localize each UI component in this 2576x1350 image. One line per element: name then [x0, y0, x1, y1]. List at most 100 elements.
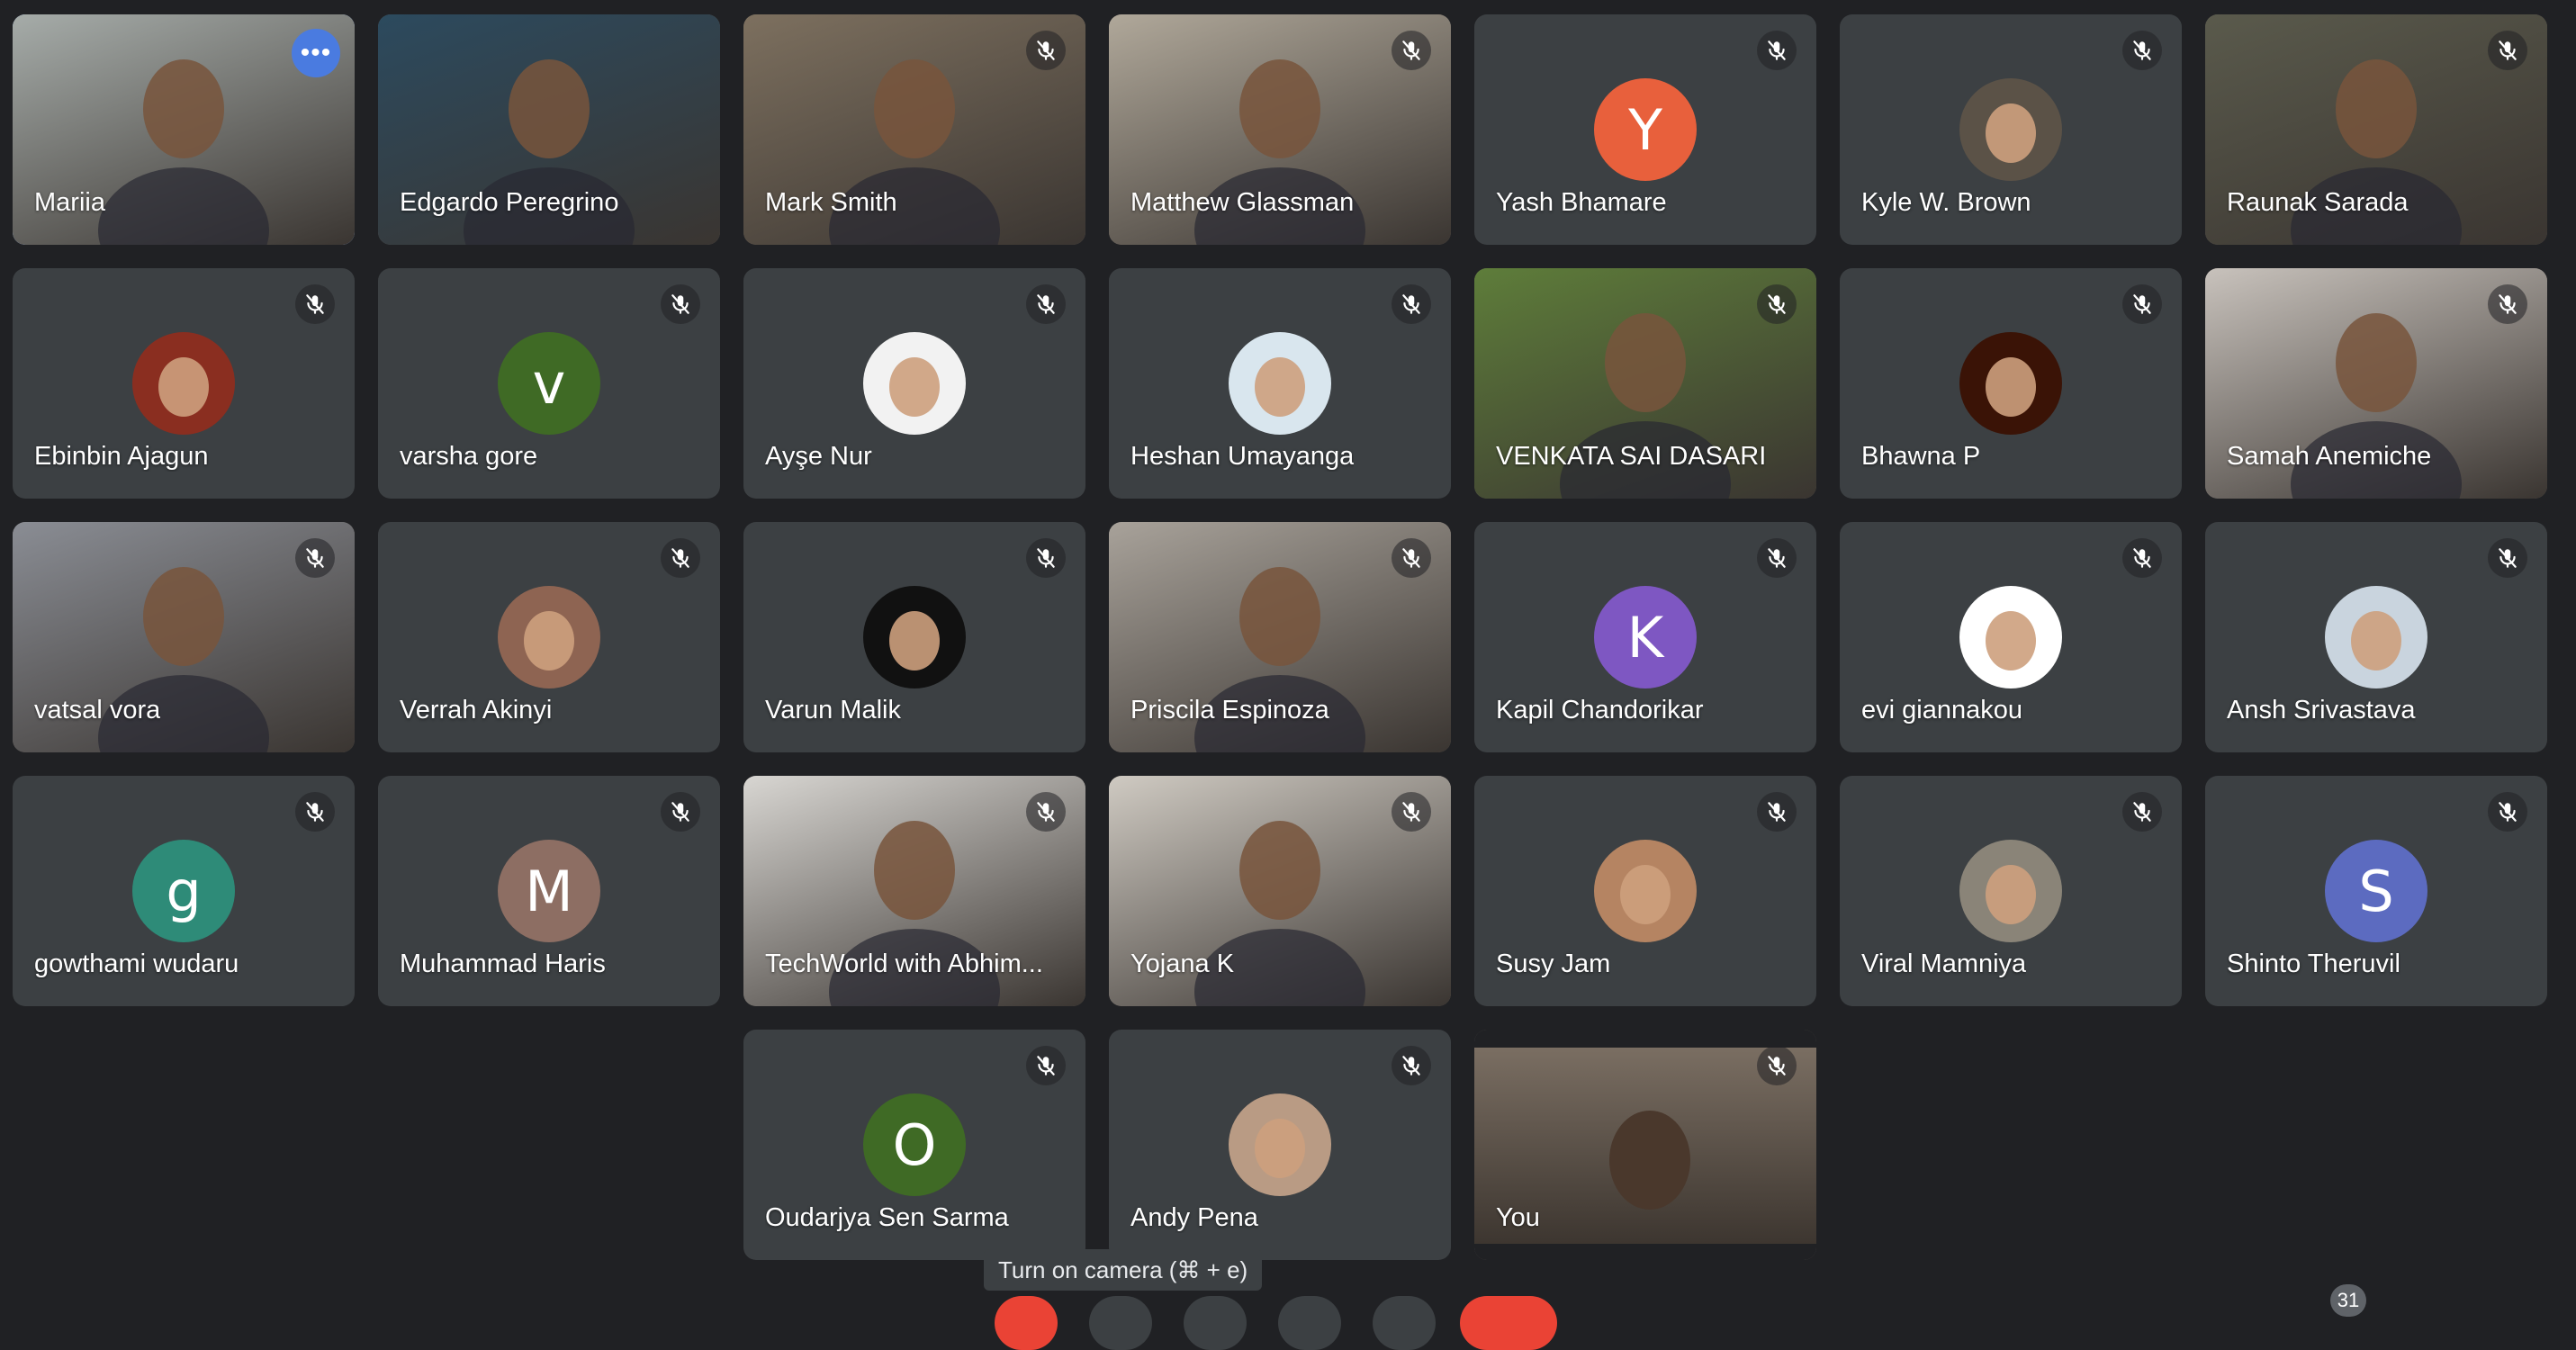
raise-hand-button[interactable] — [1278, 1296, 1341, 1350]
participant-tile[interactable]: v varsha gore — [378, 268, 720, 499]
participant-tile[interactable]: Viral Mamniya — [1840, 776, 2182, 1006]
participant-name: Matthew Glassman — [1130, 188, 1355, 217]
participant-name: Bhawna P — [1861, 442, 1981, 471]
participant-tile[interactable]: K Kapil Chandorikar — [1474, 522, 1816, 752]
participant-tile[interactable]: Andy Pena — [1109, 1030, 1451, 1260]
participant-tile[interactable]: vatsal vora — [13, 522, 355, 752]
participant-tile[interactable]: Ayşe Nur — [743, 268, 1085, 499]
participant-name: Viral Mamniya — [1861, 950, 2027, 978]
participant-tile[interactable]: evi giannakou — [1840, 522, 2182, 752]
participant-name: TechWorld with Abhim... — [765, 950, 1043, 978]
mic-off-icon — [1392, 284, 1431, 324]
participant-name: gowthami wudaru — [34, 950, 239, 978]
mic-off-icon — [1026, 1046, 1066, 1085]
avatar — [1229, 332, 1331, 435]
camera-toggle-button[interactable] — [1089, 1296, 1152, 1350]
mic-off-icon — [1026, 31, 1066, 70]
participant-name: Muhammad Haris — [400, 950, 606, 978]
participant-tile[interactable]: Ebinbin Ajagun — [13, 268, 355, 499]
avatar — [2325, 586, 2427, 688]
mic-off-icon — [1026, 284, 1066, 324]
participant-tile[interactable]: Susy Jam — [1474, 776, 1816, 1006]
mic-off-icon — [1392, 792, 1431, 832]
participant-name: You — [1496, 1203, 1540, 1232]
participant-tile[interactable]: Edgardo Peregrino — [378, 14, 720, 245]
mic-off-icon — [2488, 31, 2527, 70]
participant-tile[interactable]: Matthew Glassman — [1109, 14, 1451, 245]
letter-avatar: v — [498, 332, 600, 435]
participant-tile[interactable]: Yojana K — [1109, 776, 1451, 1006]
mic-off-icon — [1757, 1046, 1797, 1085]
participant-name: Ebinbin Ajagun — [34, 442, 209, 471]
mic-off-icon — [295, 792, 335, 832]
mic-off-icon — [1757, 792, 1797, 832]
avatar — [1594, 840, 1697, 942]
avatar — [1229, 1094, 1331, 1196]
mic-off-icon — [1392, 31, 1431, 70]
participant-name: Varun Malik — [765, 696, 901, 724]
mic-off-icon — [295, 538, 335, 578]
participant-name: Samah Anemiche — [2227, 442, 2432, 471]
mic-off-icon — [2488, 792, 2527, 832]
participant-name: Ansh Srivastava — [2227, 696, 2416, 724]
participant-tile[interactable]: Samah Anemiche — [2205, 268, 2547, 499]
avatar — [1959, 840, 2062, 942]
participant-tile[interactable]: ••• Mariia — [13, 14, 355, 245]
participant-tile[interactable]: You — [1474, 1030, 1816, 1260]
avatar — [863, 332, 966, 435]
avatar — [498, 586, 600, 688]
avatar — [132, 332, 235, 435]
mic-off-icon — [295, 284, 335, 324]
more-options-icon[interactable]: ••• — [292, 29, 340, 77]
participant-tile[interactable]: VENKATA SAI DASARI — [1474, 268, 1816, 499]
letter-avatar: Y — [1594, 78, 1697, 181]
leave-call-button[interactable] — [1460, 1296, 1557, 1350]
participant-tile[interactable]: TechWorld with Abhim... — [743, 776, 1085, 1006]
mic-off-icon — [661, 538, 700, 578]
mic-toggle-button[interactable] — [995, 1296, 1058, 1350]
participant-tile[interactable]: Raunak Sarada — [2205, 14, 2547, 245]
participant-name: Susy Jam — [1496, 950, 1611, 978]
present-button[interactable] — [1373, 1296, 1436, 1350]
letter-avatar: S — [2325, 840, 2427, 942]
participant-tile[interactable]: O Oudarjya Sen Sarma — [743, 1030, 1085, 1260]
participant-tile[interactable]: Mark Smith — [743, 14, 1085, 245]
participant-tile[interactable]: Priscila Espinoza — [1109, 522, 1451, 752]
letter-avatar: O — [863, 1094, 966, 1196]
participant-tile[interactable]: Y Yash Bhamare — [1474, 14, 1816, 245]
participant-tile[interactable]: Heshan Umayanga — [1109, 268, 1451, 499]
participant-name: Mark Smith — [765, 188, 897, 217]
participant-tile[interactable]: g gowthami wudaru — [13, 776, 355, 1006]
avatar — [1959, 332, 2062, 435]
participant-name: Andy Pena — [1130, 1203, 1258, 1232]
captions-button[interactable] — [1184, 1296, 1247, 1350]
letter-avatar: g — [132, 840, 235, 942]
participant-tile[interactable]: Bhawna P — [1840, 268, 2182, 499]
mic-off-icon — [2122, 792, 2162, 832]
participant-tile[interactable]: S Shinto Theruvil — [2205, 776, 2547, 1006]
mic-off-icon — [2488, 284, 2527, 324]
participant-tile[interactable]: M Muhammad Haris — [378, 776, 720, 1006]
mic-off-icon — [1392, 1046, 1431, 1085]
participant-name: VENKATA SAI DASARI — [1496, 442, 1767, 471]
avatar — [1959, 78, 2062, 181]
participant-name: Oudarjya Sen Sarma — [765, 1203, 1009, 1232]
participant-tile[interactable]: Verrah Akinyi — [378, 522, 720, 752]
participant-name: varsha gore — [400, 442, 538, 471]
participant-name: Yash Bhamare — [1496, 188, 1667, 217]
participant-tile[interactable]: Ansh Srivastava — [2205, 522, 2547, 752]
mic-off-icon — [1757, 284, 1797, 324]
participant-name: Ayşe Nur — [765, 442, 872, 471]
mic-off-icon — [2488, 538, 2527, 578]
avatar — [863, 586, 966, 688]
mic-off-icon — [1757, 538, 1797, 578]
participant-tile[interactable]: Varun Malik — [743, 522, 1085, 752]
participant-name: Mariia — [34, 188, 105, 217]
mic-off-icon — [1026, 538, 1066, 578]
mic-off-icon — [2122, 538, 2162, 578]
participant-name: Heshan Umayanga — [1130, 442, 1355, 471]
mic-off-icon — [1392, 538, 1431, 578]
participant-name: Priscila Espinoza — [1130, 696, 1329, 724]
mic-off-icon — [661, 792, 700, 832]
participant-tile[interactable]: Kyle W. Brown — [1840, 14, 2182, 245]
